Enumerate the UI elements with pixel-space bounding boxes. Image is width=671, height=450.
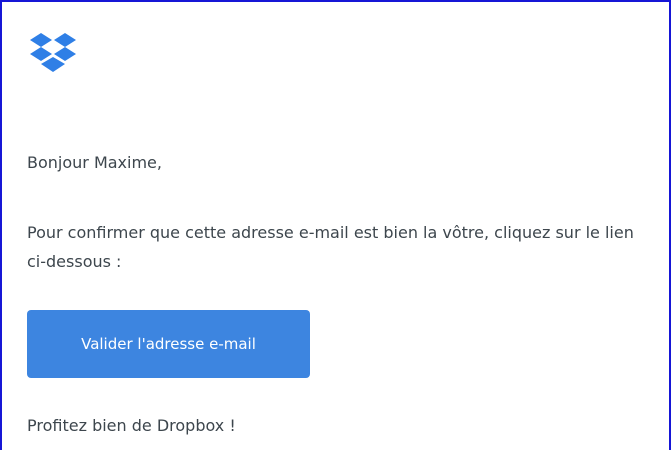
- greeting-text: Bonjour Maxime,: [27, 153, 162, 172]
- dropbox-logo-icon: [28, 28, 78, 78]
- email-frame: Bonjour Maxime, Pour confirmer que cette…: [0, 0, 671, 450]
- signoff-text: Profitez bien de Dropbox !: [27, 416, 236, 435]
- validate-email-button[interactable]: Valider l'adresse e-mail: [27, 310, 310, 378]
- confirmation-message: Pour confirmer que cette adresse e-mail …: [27, 223, 634, 271]
